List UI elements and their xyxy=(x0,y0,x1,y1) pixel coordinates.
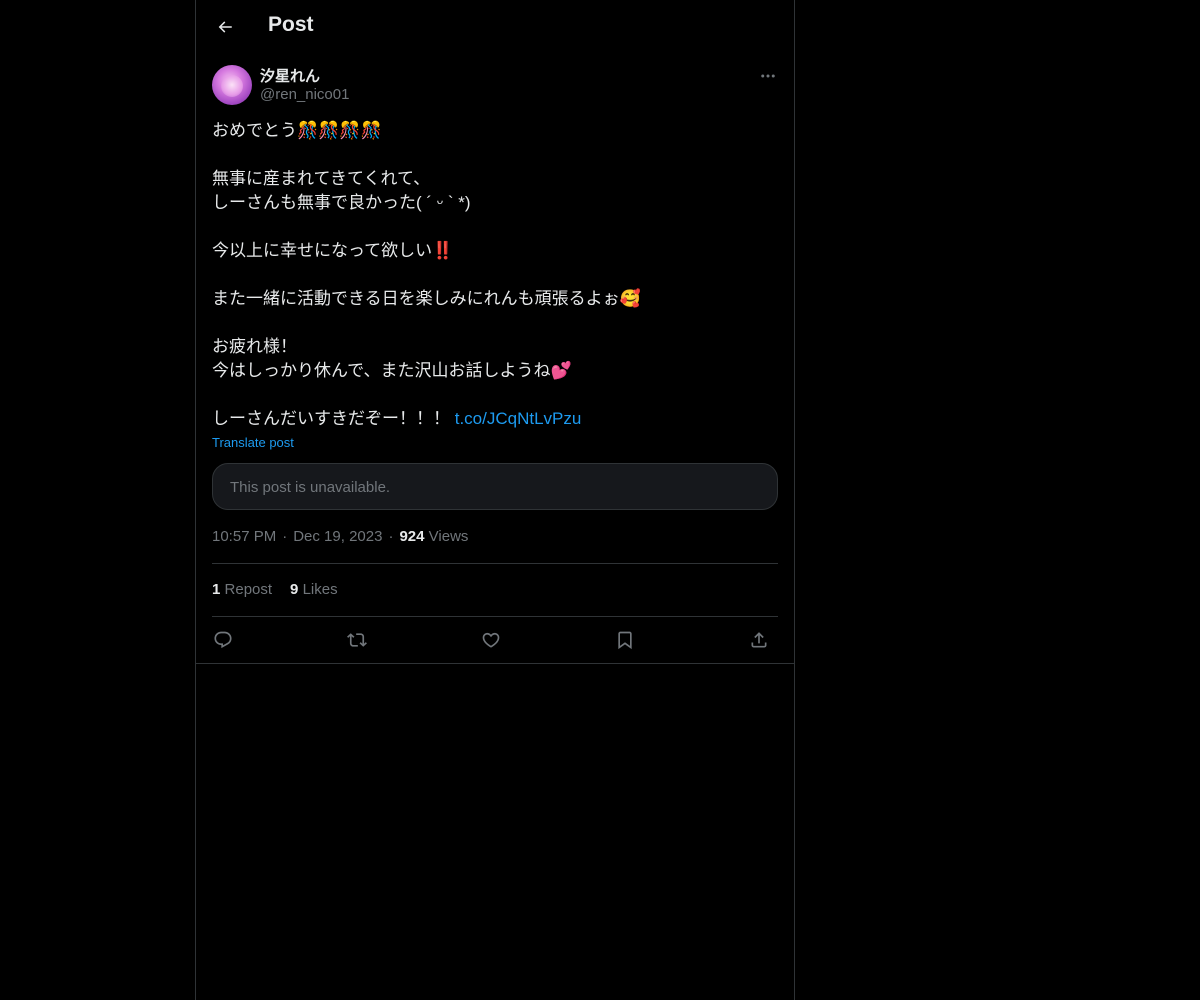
tweet-link[interactable]: t.co/JCqNtLvPzu xyxy=(455,409,582,428)
header-bar: Post xyxy=(196,0,794,54)
repost-icon xyxy=(347,633,367,647)
share-button[interactable] xyxy=(744,626,774,654)
tweet-line xyxy=(212,215,778,239)
tweet-line: また一緒に活動できる日を楽しみにれんも頑張るよぉ🥰 xyxy=(212,289,641,308)
tweet-line: 無事に産まれてきてくれて、 xyxy=(212,169,431,188)
like-icon xyxy=(482,632,500,648)
post-time[interactable]: 10:57 PM xyxy=(212,528,276,545)
more-button[interactable] xyxy=(758,66,778,86)
reposts-stat[interactable]: 1 Repost xyxy=(212,581,272,598)
engagement-stats: 1 Repost 9 Likes xyxy=(212,581,356,598)
tweet-line-text: 今以上に幸せになって欲しい xyxy=(212,241,433,260)
tweet-line: 今はしっかり休んで、また沢山お話しようね💕 xyxy=(212,361,572,380)
page-title: Post xyxy=(268,13,314,36)
post-metadata: 10:57 PM · Dec 19, 2023 · 924 Views xyxy=(212,528,468,545)
translate-post-link[interactable]: Translate post xyxy=(212,435,294,450)
likes-count: 9 xyxy=(290,581,299,598)
tweet-line xyxy=(212,311,778,335)
divider xyxy=(196,663,794,664)
bookmark-button[interactable] xyxy=(610,626,640,654)
tweet-line xyxy=(212,143,778,167)
divider xyxy=(212,616,778,617)
reposts-count: 1 xyxy=(212,581,221,598)
author-handle[interactable]: @ren_nico01 xyxy=(260,86,349,103)
action-bar xyxy=(212,626,778,654)
avatar[interactable] xyxy=(212,65,252,105)
views-count: 924 xyxy=(399,528,425,545)
tweet-line-final: しーさんだいすきだぞー！！！ t.co/JCqNtLvPzu xyxy=(212,407,778,431)
double-exclamation-emoji: ‼️ xyxy=(432,241,454,260)
author-display-name[interactable]: 汐星れん xyxy=(260,65,320,86)
divider xyxy=(212,563,778,564)
likes-stat[interactable]: 9 Likes xyxy=(290,581,338,598)
tweet-line: おめでとう🎊🎊🎊🎊 xyxy=(212,121,382,140)
share-icon xyxy=(751,632,767,648)
tweet-line: お疲れ様！ xyxy=(212,337,297,356)
bookmark-icon xyxy=(618,631,632,650)
post-date[interactable]: Dec 19, 2023 xyxy=(293,528,382,545)
likes-label: Likes xyxy=(302,581,338,598)
views-label: Views xyxy=(428,528,469,545)
quoted-post-unavailable: This post is unavailable. xyxy=(212,463,778,510)
back-arrow-icon xyxy=(218,21,232,33)
tweet-line xyxy=(212,383,778,407)
tweet-line: しーさんも無事で良かった( ´ ᵕ ` *) xyxy=(212,193,471,212)
tweet-line-wish: 今以上に幸せになって欲しい‼️ xyxy=(212,239,778,263)
back-button[interactable] xyxy=(212,14,238,40)
quote-unavailable-text: This post is unavailable. xyxy=(230,479,391,496)
reply-button[interactable] xyxy=(208,626,238,654)
separator-dot: · xyxy=(282,528,288,545)
tweet-line-text: しーさんだいすきだぞー！！！ xyxy=(212,409,455,428)
avatar-image xyxy=(221,75,243,97)
like-button[interactable] xyxy=(476,626,506,654)
tweet-line xyxy=(212,263,778,287)
main-column: Post 汐星れん @ren_nico01 おめでとう🎊🎊🎊🎊 無事に産まれてき… xyxy=(195,0,795,1000)
more-icon xyxy=(761,74,775,78)
tweet-text: おめでとう🎊🎊🎊🎊 無事に産まれてきてくれて、 しーさんも無事で良かった( ´ … xyxy=(212,119,778,431)
separator-dot: · xyxy=(388,528,394,545)
reposts-label: Repost xyxy=(224,581,273,598)
reply-icon xyxy=(214,631,232,649)
repost-button[interactable] xyxy=(342,626,372,654)
